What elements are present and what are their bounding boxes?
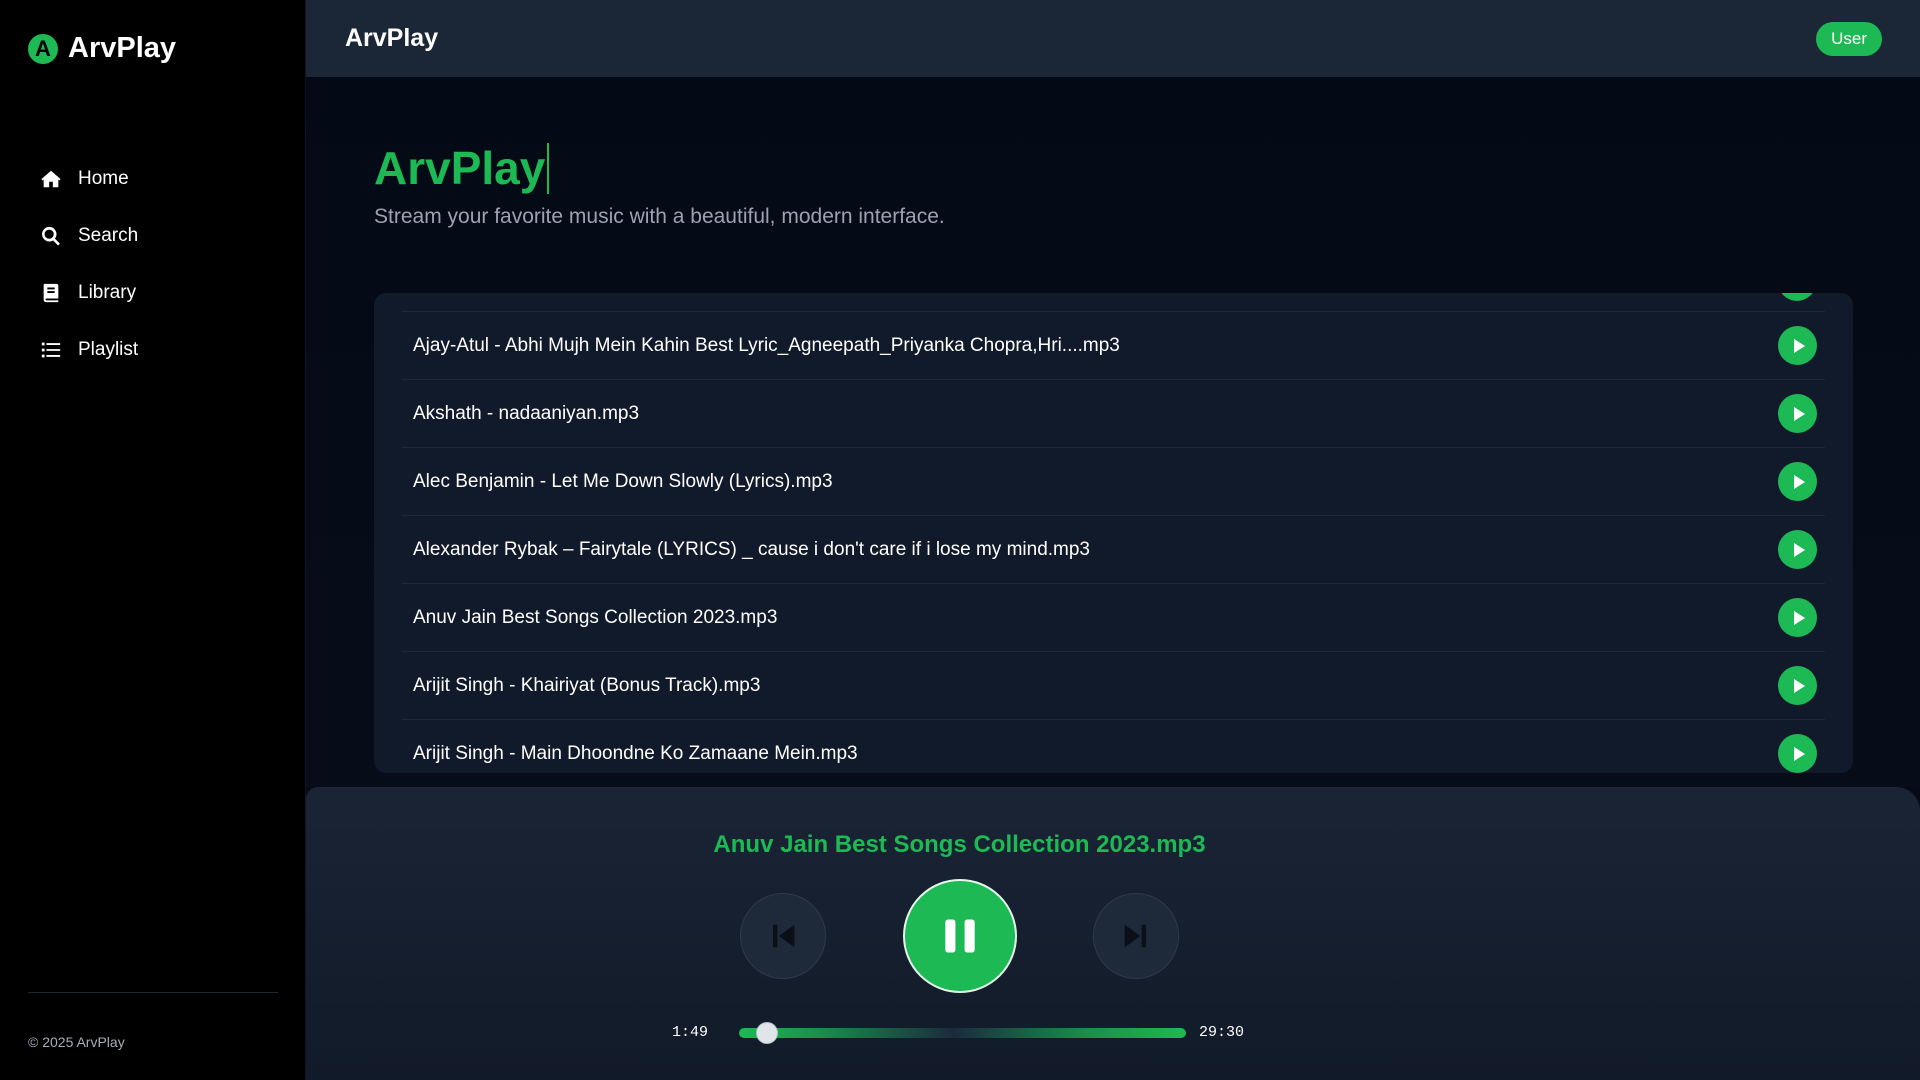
home-icon	[41, 170, 61, 187]
sidebar-item-label: Playlist	[78, 338, 139, 360]
song-title: Arijit Singh - Khairiyat (Bonus Track).m…	[413, 674, 761, 696]
play-button[interactable]	[1778, 734, 1817, 773]
play-icon	[1793, 474, 1805, 489]
play-button-partial[interactable]	[1778, 293, 1816, 301]
player-bar: Anuv Jain Best Songs Collection 2023.mp3…	[306, 787, 1920, 1080]
brand-name: ArvPlay	[68, 32, 177, 64]
sidebar-item-playlist[interactable]: Playlist	[40, 321, 138, 378]
song-row[interactable]: Alexander Rybak – Fairytale (LYRICS) _ c…	[402, 516, 1825, 584]
progress-thumb[interactable]	[755, 1022, 778, 1044]
pause-icon	[945, 919, 975, 953]
play-icon	[1793, 338, 1805, 353]
page-title: ArvPlay	[374, 143, 550, 194]
book-icon	[43, 283, 59, 302]
sidebar-divider	[28, 992, 278, 993]
brand-logo: A	[28, 33, 58, 64]
play-icon	[1793, 610, 1805, 625]
song-row[interactable]: Arijit Singh - Main Dhoondne Ko Zamaane …	[402, 720, 1825, 773]
next-button[interactable]	[1093, 893, 1179, 979]
sidebar-nav: Home Search Library Playlist	[40, 150, 138, 378]
play-icon	[1793, 542, 1805, 557]
play-button[interactable]	[1778, 394, 1817, 433]
song-title: Arijit Singh - Main Dhoondne Ko Zamaane …	[413, 742, 858, 764]
play-button[interactable]	[1778, 462, 1817, 501]
song-title: Anuv Jain Best Songs Collection 2023.mp3	[413, 606, 778, 628]
song-row[interactable]: Ajay-Atul - Abhi Mujh Mein Kahin Best Ly…	[402, 312, 1825, 380]
play-button[interactable]	[1778, 326, 1817, 365]
song-row[interactable]: Arijit Singh - Khairiyat (Bonus Track).m…	[402, 652, 1825, 720]
sidebar-item-search[interactable]: Search	[40, 207, 138, 264]
song-title: Ajay-Atul - Abhi Mujh Mein Kahin Best Ly…	[413, 334, 1120, 356]
copyright: © 2025 ArvPlay	[28, 1034, 125, 1050]
brand[interactable]: A ArvPlay	[28, 32, 176, 65]
sidebar-item-label: Search	[78, 224, 139, 246]
song-row[interactable]: Akshath - nadaaniyan.mp3	[402, 380, 1825, 448]
play-button[interactable]	[1778, 530, 1817, 569]
page-subtitle: Stream your favorite music with a beauti…	[374, 205, 945, 228]
search-icon	[42, 226, 60, 245]
sidebar: A ArvPlay Home Search Library Playlist ©…	[0, 0, 306, 1080]
total-time: 29:30	[1199, 1024, 1245, 1041]
header-title: ArvPlay	[345, 24, 439, 52]
current-time: 1:49	[672, 1024, 709, 1041]
sidebar-item-label: Home	[78, 167, 129, 189]
sidebar-item-home[interactable]: Home	[40, 150, 138, 207]
song-row[interactable]: Anuv Jain Best Songs Collection 2023.mp3	[402, 584, 1825, 652]
list-icon	[41, 342, 61, 357]
play-icon	[1793, 406, 1805, 421]
song-title: Akshath - nadaaniyan.mp3	[413, 402, 640, 424]
top-header: ArvPlay User	[306, 0, 1920, 77]
play-icon	[1793, 746, 1805, 761]
progress-slider[interactable]	[739, 1022, 1186, 1044]
pause-button[interactable]	[903, 879, 1017, 993]
sidebar-item-library[interactable]: Library	[40, 264, 138, 321]
play-icon	[1793, 678, 1805, 693]
now-playing-title: Anuv Jain Best Songs Collection 2023.mp3	[713, 831, 1206, 858]
song-row[interactable]: Alec Benjamin - Let Me Down Slowly (Lyri…	[402, 448, 1825, 516]
skip-next-icon	[1124, 924, 1146, 948]
previous-button[interactable]	[740, 893, 826, 979]
user-button[interactable]: User	[1816, 21, 1882, 56]
song-title: Alec Benjamin - Let Me Down Slowly (Lyri…	[413, 470, 833, 492]
sidebar-item-label: Library	[78, 281, 137, 303]
skip-previous-icon	[773, 924, 795, 948]
play-button[interactable]	[1778, 666, 1817, 705]
song-title: Alexander Rybak – Fairytale (LYRICS) _ c…	[413, 538, 1090, 560]
song-list: Ajay-Atul - Abhi Mujh Mein Kahin Best Ly…	[402, 312, 1825, 773]
song-list-panel[interactable]: Ajay-Atul - Abhi Mujh Mein Kahin Best Ly…	[374, 293, 1853, 773]
play-button[interactable]	[1778, 598, 1817, 637]
